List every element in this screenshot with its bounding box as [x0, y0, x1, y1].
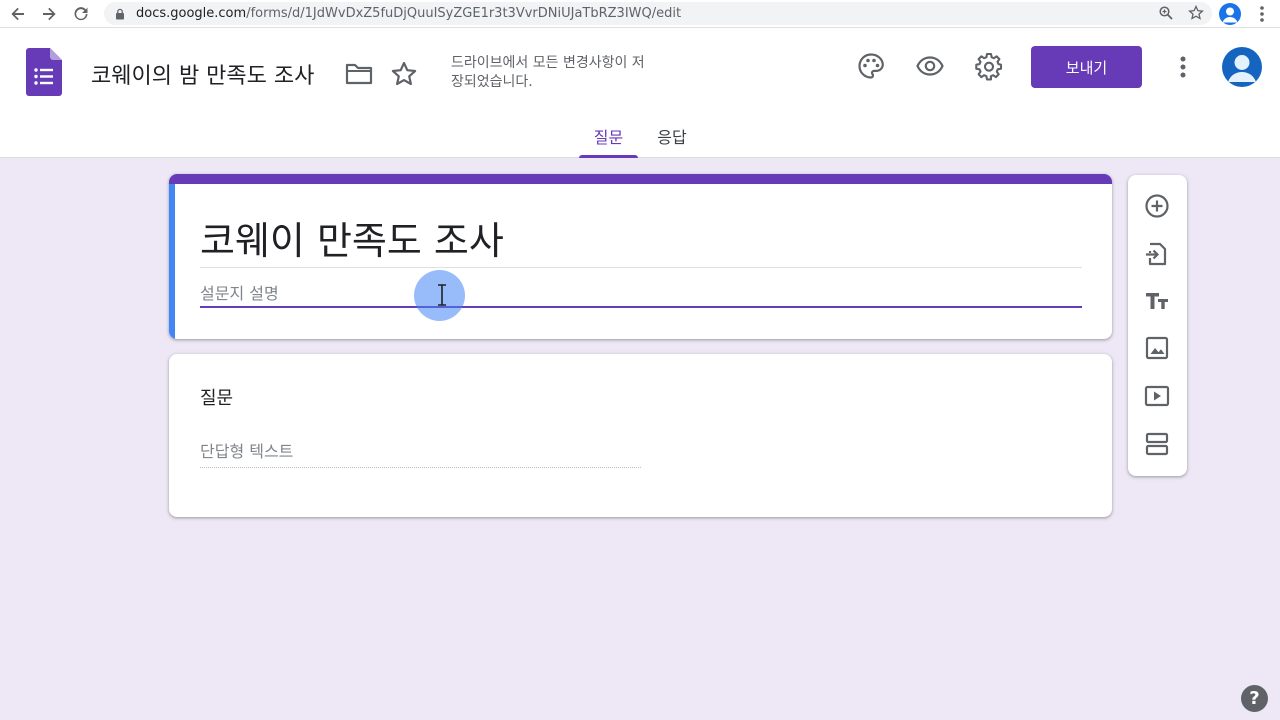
avatar[interactable]: [1222, 47, 1262, 87]
active-tab-indicator: [579, 155, 638, 158]
tab-responses[interactable]: 응답: [652, 124, 692, 158]
browser-menu-icon[interactable]: [1254, 4, 1270, 24]
add-video-icon[interactable]: [1142, 381, 1172, 411]
question-card[interactable]: 질문 단답형 텍스트: [169, 354, 1112, 517]
tab-responses-label: 응답: [657, 128, 687, 147]
tab-questions[interactable]: 질문: [579, 124, 638, 158]
forward-icon[interactable]: [34, 0, 64, 28]
import-questions-icon[interactable]: [1142, 239, 1172, 269]
form-description-input[interactable]: 설문지 설명: [200, 278, 1082, 308]
star-icon[interactable]: [390, 60, 418, 88]
back-icon[interactable]: [3, 0, 33, 28]
zoom-icon[interactable]: [1158, 5, 1174, 21]
title-divider: [200, 267, 1082, 268]
form-title[interactable]: 코웨이 만족도 조사: [200, 210, 504, 265]
settings-icon[interactable]: [974, 51, 1004, 81]
add-title-icon[interactable]: [1142, 286, 1172, 316]
add-image-icon[interactable]: [1142, 333, 1172, 363]
palette-icon[interactable]: [856, 51, 886, 81]
tab-questions-label: 질문: [593, 128, 624, 147]
add-section-icon[interactable]: [1142, 429, 1172, 459]
save-status: 드라이브에서 모든 변경사항이 저장되었습니다.: [451, 55, 645, 90]
active-card-indicator: [169, 184, 175, 339]
help-button[interactable]: ?: [1241, 685, 1268, 712]
lock-icon: [116, 8, 124, 19]
address-bar[interactable]: docs.google.com/forms/d/1JdWvDxZ5fuDjQuu…: [104, 2, 1212, 25]
form-title-card: 코웨이 만족도 조사 설문지 설명: [169, 174, 1112, 339]
url-host: docs.google.com: [136, 6, 247, 21]
send-button[interactable]: 보내기: [1031, 46, 1142, 88]
text-cursor-icon: [438, 284, 446, 306]
add-question-icon[interactable]: [1142, 191, 1172, 221]
preview-icon[interactable]: [915, 51, 945, 81]
browser-profile-icon[interactable]: [1219, 3, 1241, 25]
form-tabs: 질문 응답: [0, 120, 1280, 158]
more-icon[interactable]: [1172, 53, 1194, 81]
document-title[interactable]: 코웨이의 밤 만족도 조사: [91, 58, 314, 90]
theme-top-bar: [169, 174, 1112, 184]
reload-icon[interactable]: [66, 0, 96, 28]
question-title[interactable]: 질문: [200, 384, 233, 410]
url-path: /forms/d/1JdWvDxZ5fuDjQuuISyZGE1r3t3VvrD…: [246, 6, 682, 21]
bookmark-star-icon[interactable]: [1188, 5, 1204, 21]
forms-header: 코웨이의 밤 만족도 조사 드라이브에서 모든 변경사항이 저장되었습니다. 보…: [0, 28, 1280, 158]
short-answer-field: 단답형 텍스트: [200, 438, 641, 468]
folder-icon[interactable]: [344, 61, 374, 87]
side-toolbar: [1128, 175, 1187, 476]
browser-toolbar: docs.google.com/forms/d/1JdWvDxZ5fuDjQuu…: [0, 0, 1280, 28]
forms-logo-icon[interactable]: [26, 48, 62, 96]
